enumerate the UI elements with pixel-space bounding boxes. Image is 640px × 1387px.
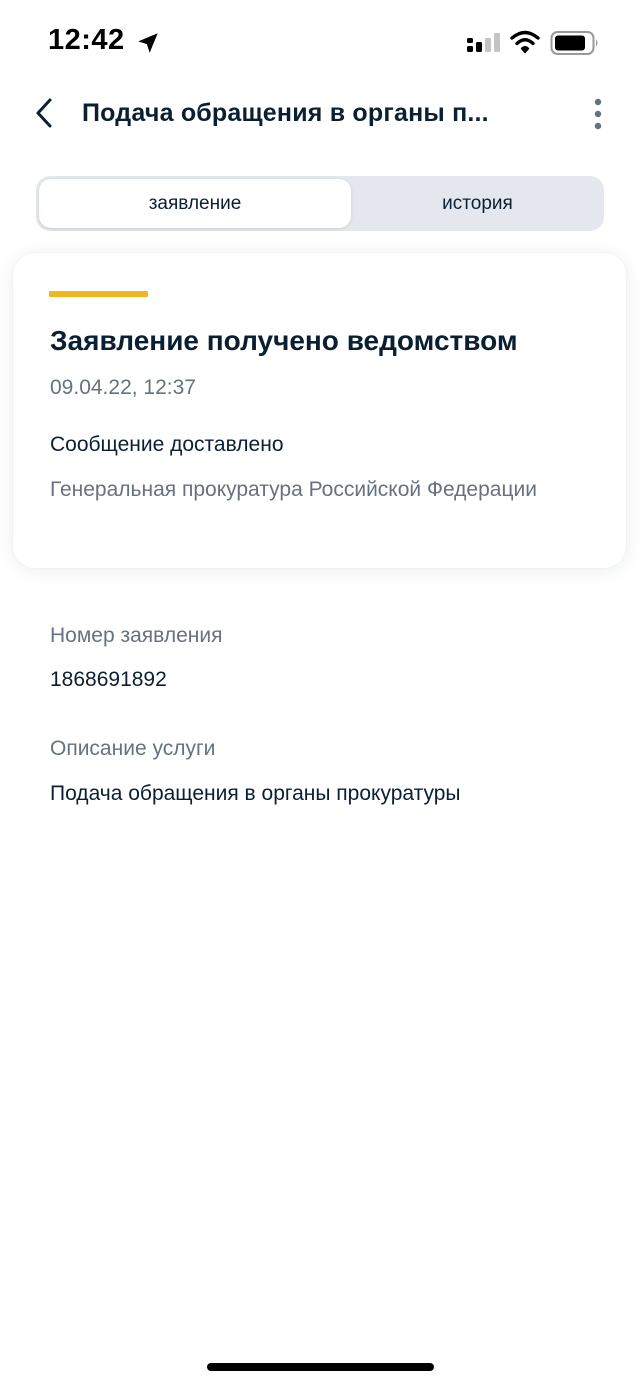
cellular-signal-icon [467,33,500,52]
back-button[interactable] [24,92,68,136]
service-description-value: Подача обращения в органы прокуратуры [50,782,461,805]
status-card: Заявление получено ведомством 09.04.22, … [13,253,626,568]
wifi-icon [510,30,540,54]
home-indicator[interactable] [207,1363,434,1371]
service-description-label: Описание услуги [50,737,216,760]
navigation-bar: Подача обращения в органы п... [0,80,640,150]
page-title: Подача обращения в органы п... [82,99,489,127]
location-arrow-icon [138,33,158,53]
tab-application[interactable]: заявление [39,179,351,228]
battery-icon [550,31,598,55]
chevron-left-icon [36,98,52,128]
application-number-value: 1868691892 [50,668,167,691]
status-message: Сообщение доставлено [50,433,284,456]
status-date: 09.04.22, 12:37 [50,376,196,399]
status-bar: 12:42 [0,0,640,80]
more-vertical-icon [594,98,602,130]
status-time: 12:42 [48,24,125,56]
status-title: Заявление получено ведомством [50,325,518,356]
more-options-button[interactable] [580,94,616,134]
tab-history[interactable]: история [354,179,601,228]
status-accent-bar [49,291,148,297]
segmented-tabs: заявление история [36,176,604,231]
application-number-label: Номер заявления [50,624,223,647]
agency-name: Генеральная прокуратура Российской Федер… [50,478,537,501]
